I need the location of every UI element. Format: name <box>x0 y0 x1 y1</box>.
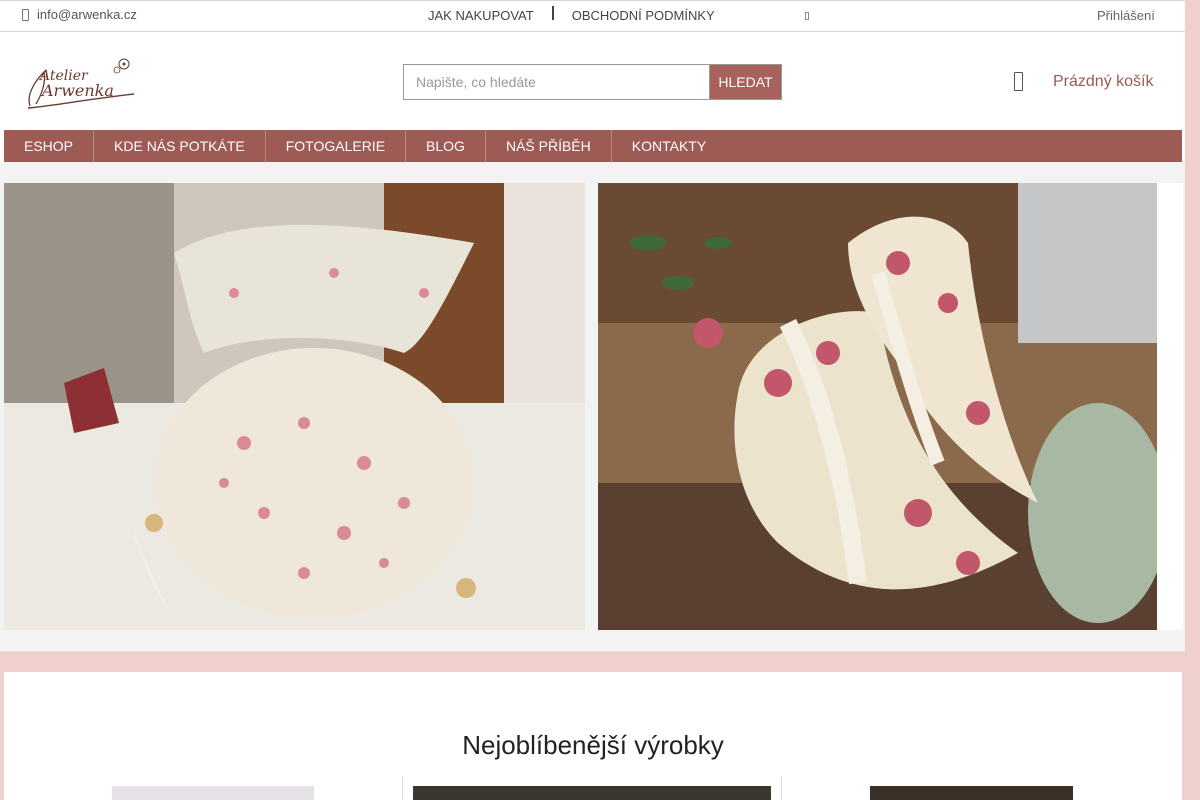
email-text[interactable]: info@arwenka.cz <box>37 7 137 22</box>
search-form: HLEDAT <box>403 64 782 100</box>
popular-products-section: Nejoblíbenější výrobky <box>4 672 1182 800</box>
nav-item-gallery[interactable]: FOTOGALERIE <box>266 130 407 162</box>
hero-banner <box>0 162 1185 652</box>
login-link[interactable]: Přihlášení <box>1097 8 1155 23</box>
banner-image-floral-pouch[interactable] <box>4 183 585 630</box>
product-thumbnail[interactable] <box>413 786 771 800</box>
cart-label[interactable]: Prázdný košík <box>1053 73 1153 91</box>
product-divider <box>402 776 403 800</box>
main-nav: ESHOP KDE NÁS POTKÁTE FOTOGALERIE BLOG N… <box>4 130 1182 162</box>
envelope-icon <box>22 8 29 21</box>
search-button[interactable]: HLEDAT <box>709 64 782 100</box>
nav-item-where-to-meet[interactable]: KDE NÁS POTKÁTE <box>94 130 266 162</box>
nav-item-eshop[interactable]: ESHOP <box>4 130 95 162</box>
page: info@arwenka.cz JAK NAKUPOVAT OBCHODNÍ P… <box>0 0 1185 652</box>
nav-item-contacts[interactable]: KONTAKTY <box>612 130 726 162</box>
banner-image-heart-sachets[interactable] <box>598 183 1157 630</box>
shopping-cart-icon[interactable] <box>1014 72 1023 91</box>
product-thumbnail[interactable] <box>112 786 314 800</box>
social-icon[interactable] <box>805 12 809 20</box>
topbar-links: JAK NAKUPOVAT OBCHODNÍ PODMÍNKY <box>428 5 715 23</box>
header: Atelier Arwenka HLEDAT Prázdný košík <box>0 32 1185 130</box>
cart[interactable]: Prázdný košík <box>1014 72 1153 91</box>
search-input[interactable] <box>403 64 709 100</box>
nav-item-story[interactable]: NÁŠ PŘÍBĚH <box>486 130 612 162</box>
topbar-divider <box>551 5 554 20</box>
product-row <box>4 776 1182 800</box>
nav-item-blog[interactable]: BLOG <box>406 130 486 162</box>
product-thumbnail[interactable] <box>870 786 1073 800</box>
product-divider <box>781 776 782 800</box>
logo-line-2: Arwenka <box>40 81 114 100</box>
top-bar: info@arwenka.cz JAK NAKUPOVAT OBCHODNÍ P… <box>0 0 1185 32</box>
link-how-to-buy[interactable]: JAK NAKUPOVAT <box>428 8 534 23</box>
email-contact[interactable]: info@arwenka.cz <box>22 7 137 22</box>
section-title: Nejoblíbenější výrobky <box>462 730 724 760</box>
banner-edge <box>1157 183 1183 630</box>
link-terms[interactable]: OBCHODNÍ PODMÍNKY <box>572 8 715 23</box>
logo[interactable]: Atelier Arwenka <box>22 50 142 112</box>
